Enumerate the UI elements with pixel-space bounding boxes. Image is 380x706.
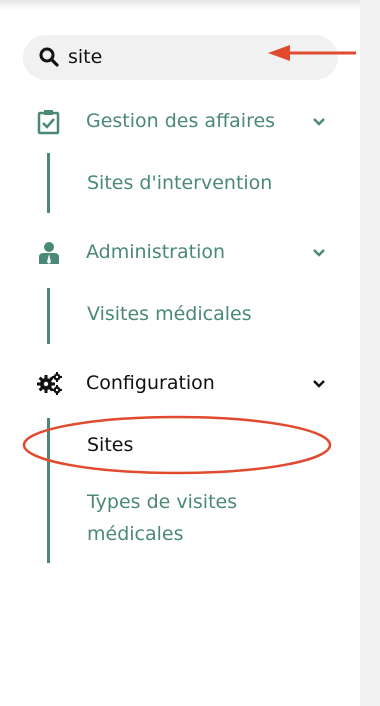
sidebar-item-types-visites-medicales[interactable]: Types de visites médicales	[87, 486, 317, 550]
section-indent-bar	[47, 288, 50, 344]
section-label: Administration	[86, 241, 226, 263]
content-edge	[360, 0, 380, 706]
annotation-arrow	[262, 42, 358, 70]
sidebar-section-configuration[interactable]: Configuration	[0, 367, 360, 399]
clipboard-check-icon	[36, 109, 62, 139]
chevron-down-icon[interactable]	[311, 244, 327, 263]
section-label: Gestion des affaires	[86, 110, 276, 132]
chevron-down-icon[interactable]	[311, 113, 327, 132]
sidebar-section-administration[interactable]: Administration	[0, 236, 360, 268]
sidebar-section-gestion-des-affaires[interactable]: Gestion des affaires	[0, 105, 360, 137]
person-icon	[36, 240, 62, 270]
sidebar-item-sites-intervention[interactable]: Sites d'intervention	[87, 167, 272, 199]
annotation-ellipse	[20, 414, 334, 482]
chevron-down-icon[interactable]	[311, 375, 327, 394]
section-indent-bar	[47, 153, 50, 213]
search-icon	[39, 47, 59, 71]
search-value: site	[68, 46, 103, 68]
top-shadow	[0, 0, 360, 10]
sidebar-item-visites-medicales[interactable]: Visites médicales	[87, 298, 252, 330]
gears-icon	[36, 371, 64, 401]
section-label: Configuration	[86, 372, 215, 394]
